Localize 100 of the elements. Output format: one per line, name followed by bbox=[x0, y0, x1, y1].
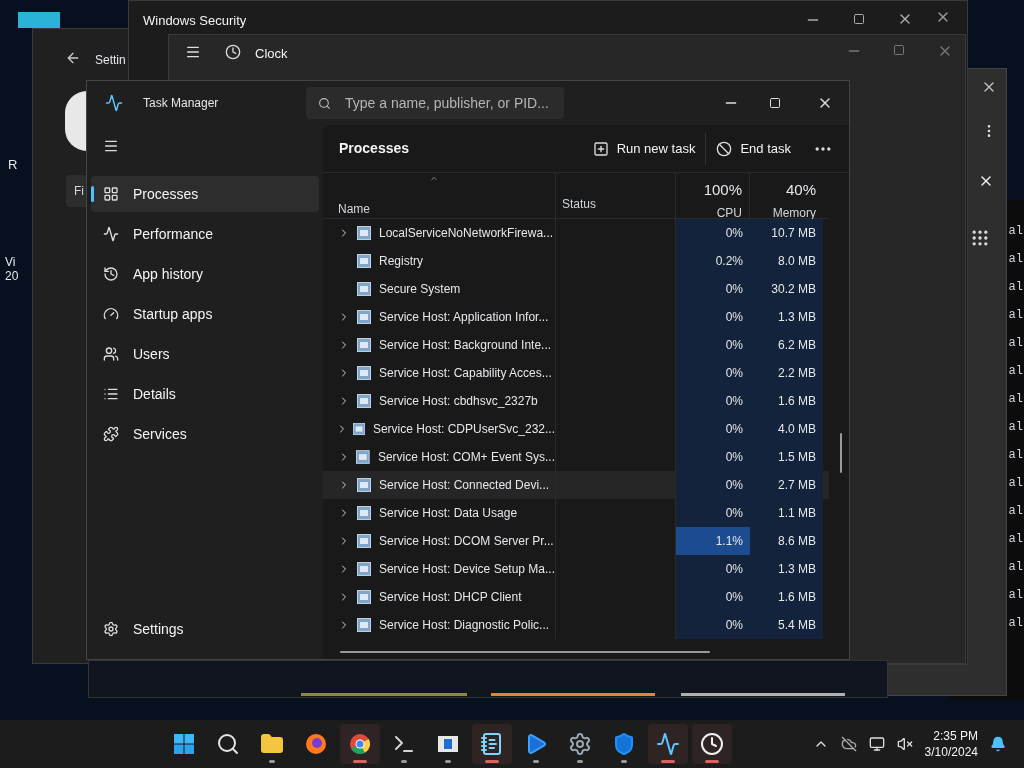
terminal-text: al bbox=[1008, 223, 1024, 240]
memory-cell: 1.6 MB bbox=[750, 583, 823, 611]
notepad-icon bbox=[480, 732, 504, 756]
toolbar-button[interactable]: End task bbox=[705, 132, 801, 165]
column-header[interactable]: Status bbox=[562, 195, 597, 213]
pulse-icon bbox=[103, 226, 119, 242]
menu-icon[interactable] bbox=[103, 138, 119, 154]
process-name: Service Host: CDPUserSvc_232... bbox=[372, 421, 555, 438]
service-icon bbox=[357, 282, 371, 296]
memory-cell: 10.7 MB bbox=[750, 219, 823, 247]
nav-item[interactable]: Users bbox=[91, 336, 319, 372]
service-icon bbox=[357, 506, 371, 520]
nav-item[interactable]: Services bbox=[91, 416, 319, 452]
page-title: Processes bbox=[339, 139, 410, 158]
process-row[interactable]: Registry 0.2% 8.0 MB bbox=[323, 247, 829, 275]
gear-icon bbox=[568, 732, 592, 756]
memory-total: 40% bbox=[785, 180, 816, 200]
chart-icon bbox=[656, 732, 680, 756]
clock-display[interactable]: 2:35 PM 3/10/2024 bbox=[924, 728, 978, 760]
process-name: Service Host: cbdhsvc_2327b bbox=[379, 393, 538, 410]
nav-item[interactable]: Details bbox=[91, 376, 319, 412]
task-manager-icon bbox=[105, 94, 123, 112]
search-field[interactable]: Fi bbox=[66, 175, 87, 207]
prohibited-icon bbox=[716, 140, 733, 157]
add-window-icon bbox=[592, 140, 609, 157]
process-row[interactable]: Service Host: DHCP Client 0% 1.6 MB bbox=[323, 583, 829, 611]
taskbar-app[interactable] bbox=[692, 724, 732, 764]
memory-cell: 8.0 MB bbox=[750, 247, 823, 275]
history-icon bbox=[103, 266, 119, 282]
memory-cell: 1.6 MB bbox=[750, 387, 823, 415]
settings-nav-item[interactable]: Settings bbox=[91, 611, 319, 647]
vertical-scrollbar[interactable] bbox=[840, 433, 842, 473]
shield-icon bbox=[612, 732, 636, 756]
cpu-cell: 0% bbox=[676, 499, 750, 527]
memory-cell: 2.7 MB bbox=[750, 471, 823, 499]
window-title: Windows Security bbox=[143, 12, 247, 30]
terminal-text: al bbox=[1008, 587, 1024, 604]
terminal-text: al bbox=[1008, 251, 1024, 268]
process-row[interactable]: Secure System 0% 30.2 MB bbox=[323, 275, 829, 303]
network-icon[interactable] bbox=[868, 736, 885, 752]
apps-grid-icon[interactable] bbox=[970, 228, 990, 248]
nav-item[interactable]: Startup apps bbox=[91, 296, 319, 332]
process-name: Service Host: Application Infor... bbox=[379, 309, 549, 326]
taskbar-app[interactable] bbox=[340, 724, 380, 764]
process-name: Secure System bbox=[379, 281, 461, 298]
process-row[interactable]: Service Host: Diagnostic Polic... 0% 5.4 MB bbox=[323, 611, 829, 639]
nav-item[interactable]: Processes bbox=[91, 176, 319, 212]
terminal-text: al bbox=[1008, 447, 1024, 464]
nav-item[interactable]: Performance bbox=[91, 216, 319, 252]
memory-cell: 30.2 MB bbox=[750, 275, 823, 303]
memory-cell: 8.6 MB bbox=[750, 527, 823, 555]
search-icon bbox=[216, 732, 240, 756]
horizontal-scrollbar[interactable] bbox=[340, 651, 710, 653]
process-row[interactable]: Service Host: cbdhsvc_2327b 0% 1.6 MB bbox=[323, 387, 829, 415]
cpu-cell: 0% bbox=[676, 275, 750, 303]
column-header[interactable]: Memory bbox=[772, 203, 816, 222]
process-name: Service Host: Diagnostic Polic... bbox=[379, 617, 550, 634]
memory-cell: 1.3 MB bbox=[750, 555, 823, 583]
terminal-text: al bbox=[1008, 279, 1024, 296]
process-row[interactable]: Service Host: Connected Devi... 0% 2.7 MB bbox=[323, 471, 829, 499]
process-row[interactable]: Service Host: Capability Acces... 0% 2.2 MB bbox=[323, 359, 829, 387]
cpu-cell: 0% bbox=[676, 611, 750, 639]
process-row[interactable]: Service Host: Data Usage 0% 1.1 MB bbox=[323, 499, 829, 527]
cpu-cell: 0% bbox=[676, 443, 750, 471]
column-header[interactable]: CPU bbox=[716, 203, 742, 222]
process-name: Service Host: COM+ Event Sys... bbox=[377, 449, 555, 466]
process-name: LocalServiceNoNetworkFirewa... bbox=[379, 225, 554, 242]
toolbar-button[interactable]: Run new task bbox=[582, 132, 706, 165]
terminal-text: al bbox=[1008, 419, 1024, 436]
process-name: Service Host: Data Usage bbox=[379, 505, 518, 522]
process-name: Service Host: DCOM Server Pr... bbox=[379, 533, 554, 550]
memory-cell: 1.1 MB bbox=[750, 499, 823, 527]
cloud-off-icon[interactable] bbox=[840, 736, 857, 752]
maximize-icon[interactable] bbox=[853, 13, 865, 25]
process-row[interactable]: LocalServiceNoNetworkFirewa... 0% 10.7 MB bbox=[323, 219, 829, 247]
bell-icon[interactable] bbox=[990, 736, 1006, 752]
desktop-icon-label: Vi bbox=[5, 255, 16, 269]
chrome-icon bbox=[348, 732, 372, 756]
cpu-cell: 0% bbox=[676, 331, 750, 359]
service-icon bbox=[357, 366, 371, 380]
nav-item[interactable]: App history bbox=[91, 256, 319, 292]
terminal-text: al bbox=[1008, 559, 1024, 576]
process-row[interactable]: Service Host: Device Setup Ma... 0% 1.3 MB bbox=[323, 555, 829, 583]
search-field[interactable]: Type a name, publisher, or PID... bbox=[306, 87, 564, 119]
memory-cell: 1.5 MB bbox=[750, 443, 823, 471]
service-icon bbox=[357, 618, 371, 632]
taskbar-app[interactable] bbox=[648, 724, 688, 764]
memory-cell: 2.2 MB bbox=[750, 359, 823, 387]
process-row[interactable]: Service Host: Application Infor... 0% 1.3 MB bbox=[323, 303, 829, 331]
process-row[interactable]: Service Host: DCOM Server Pr... 1.1% 8.6 MB bbox=[323, 527, 829, 555]
service-icon bbox=[357, 394, 371, 408]
taskbar-app[interactable] bbox=[472, 724, 512, 764]
muted-speaker-icon[interactable] bbox=[896, 736, 913, 752]
column-header[interactable]: Name bbox=[338, 200, 555, 218]
service-icon bbox=[352, 422, 365, 436]
menu-icon[interactable] bbox=[185, 44, 201, 60]
cpu-cell: 0% bbox=[676, 303, 750, 331]
terminal-text: al bbox=[1008, 363, 1024, 380]
process-row[interactable]: Service Host: Background Inte... 0% 6.2 MB bbox=[323, 331, 829, 359]
process-row[interactable]: Service Host: CDPUserSvc_232... 0% 4.0 MB bbox=[323, 415, 829, 443]
